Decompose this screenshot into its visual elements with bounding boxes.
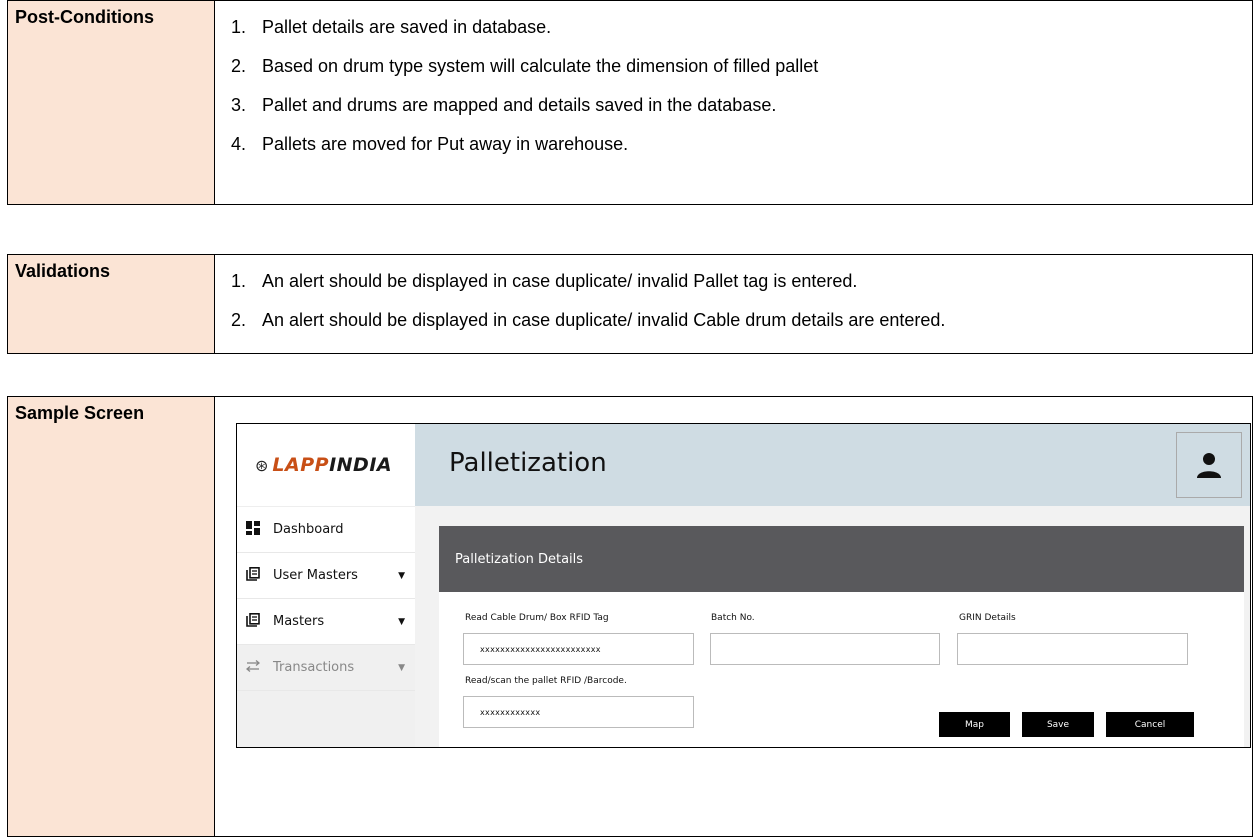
batch-label: Batch No. <box>711 613 755 623</box>
post-conditions-table: Post-Conditions 1. Pallet details are sav… <box>7 0 1253 205</box>
chevron-down-icon: ▼ <box>398 616 405 627</box>
cancel-button[interactable]: Cancel <box>1106 712 1194 737</box>
transfer-icon <box>243 659 263 677</box>
post-conditions-label: Post-Conditions <box>7 0 215 205</box>
item-number: 2. <box>231 56 247 76</box>
app-screenshot: ⊛ LAPP INDIA Dashboard User Masters ▼ Ma… <box>236 423 1251 748</box>
validations-content: 1. An alert should be displayed in case d… <box>214 254 1253 354</box>
save-button[interactable]: Save <box>1022 712 1094 737</box>
item-text: Pallet and drums are mapped and details … <box>262 95 777 115</box>
sidebar: ⊛ LAPP INDIA Dashboard User Masters ▼ Ma… <box>237 424 415 747</box>
card-title: Palletization Details <box>439 526 1244 592</box>
logo-text-india: INDIA <box>329 454 393 476</box>
sidebar-item-label: Transactions <box>273 660 355 675</box>
item-number: 1. <box>231 271 247 291</box>
sidebar-item-dashboard[interactable]: Dashboard <box>237 507 415 553</box>
user-avatar-button[interactable] <box>1176 432 1242 498</box>
sidebar-item-label: Dashboard <box>273 522 344 537</box>
list-item: 2. Based on drum type system will calcula… <box>215 47 1252 86</box>
sidebar-item-masters[interactable]: Masters ▼ <box>237 599 415 645</box>
list-item: 1. Pallet details are saved in database. <box>215 8 1252 47</box>
list-item: 3. Pallet and drums are mapped and detail… <box>215 86 1252 125</box>
item-number: 2. <box>231 310 247 330</box>
chevron-down-icon: ▼ <box>398 570 405 581</box>
header: Palletization <box>415 424 1250 506</box>
main-content: Palletization Details Read Cable Drum/ B… <box>415 506 1250 747</box>
item-text: Based on drum type system will calculate… <box>262 56 819 76</box>
document-icon <box>243 612 263 631</box>
item-text: Pallets are moved for Put away in wareho… <box>262 134 629 154</box>
logo: ⊛ LAPP INDIA <box>237 424 415 507</box>
sample-screen-label: Sample Screen <box>7 396 215 837</box>
rfid-input[interactable]: xxxxxxxxxxxxxxxxxxxxxxxx <box>463 633 694 665</box>
grin-label: GRIN Details <box>959 613 1016 623</box>
palletization-card: Palletization Details Read Cable Drum/ B… <box>439 526 1244 747</box>
pallet-input[interactable]: xxxxxxxxxxxx <box>463 696 694 728</box>
post-conditions-content: 1. Pallet details are saved in database. … <box>214 0 1253 205</box>
pallet-label: Read/scan the pallet RFID /Barcode. <box>465 676 627 686</box>
list-item: 2. An alert should be displayed in case d… <box>215 301 1252 340</box>
map-button[interactable]: Map <box>939 712 1010 737</box>
item-number: 4. <box>231 134 247 154</box>
item-text: Pallet details are saved in database. <box>262 17 552 37</box>
item-number: 1. <box>231 17 247 37</box>
validations-table: Validations 1. An alert should be display… <box>7 254 1253 354</box>
dashboard-icon <box>243 520 263 539</box>
logo-emblem-icon: ⊛ <box>255 455 269 475</box>
sidebar-filler <box>237 691 415 747</box>
list-item: 4. Pallets are moved for Put away in ware… <box>215 125 1252 164</box>
sidebar-item-user-masters[interactable]: User Masters ▼ <box>237 553 415 599</box>
sidebar-item-label: Masters <box>273 614 325 629</box>
user-icon <box>1197 453 1221 478</box>
sidebar-item-transactions[interactable]: Transactions ▼ <box>237 645 415 691</box>
logo-text-lapp: LAPP <box>272 454 330 476</box>
item-number: 3. <box>231 95 247 115</box>
document-icon <box>243 566 263 585</box>
validations-label: Validations <box>7 254 215 354</box>
item-text: An alert should be displayed in case dup… <box>262 310 946 330</box>
page-title: Palletization <box>449 448 607 478</box>
item-text: An alert should be displayed in case dup… <box>262 271 858 291</box>
chevron-down-icon: ▼ <box>398 662 405 673</box>
sidebar-item-label: User Masters <box>273 568 358 583</box>
batch-input[interactable] <box>710 633 940 665</box>
grin-input[interactable] <box>957 633 1188 665</box>
rfid-label: Read Cable Drum/ Box RFID Tag <box>465 613 609 623</box>
list-item: 1. An alert should be displayed in case d… <box>215 262 1252 301</box>
